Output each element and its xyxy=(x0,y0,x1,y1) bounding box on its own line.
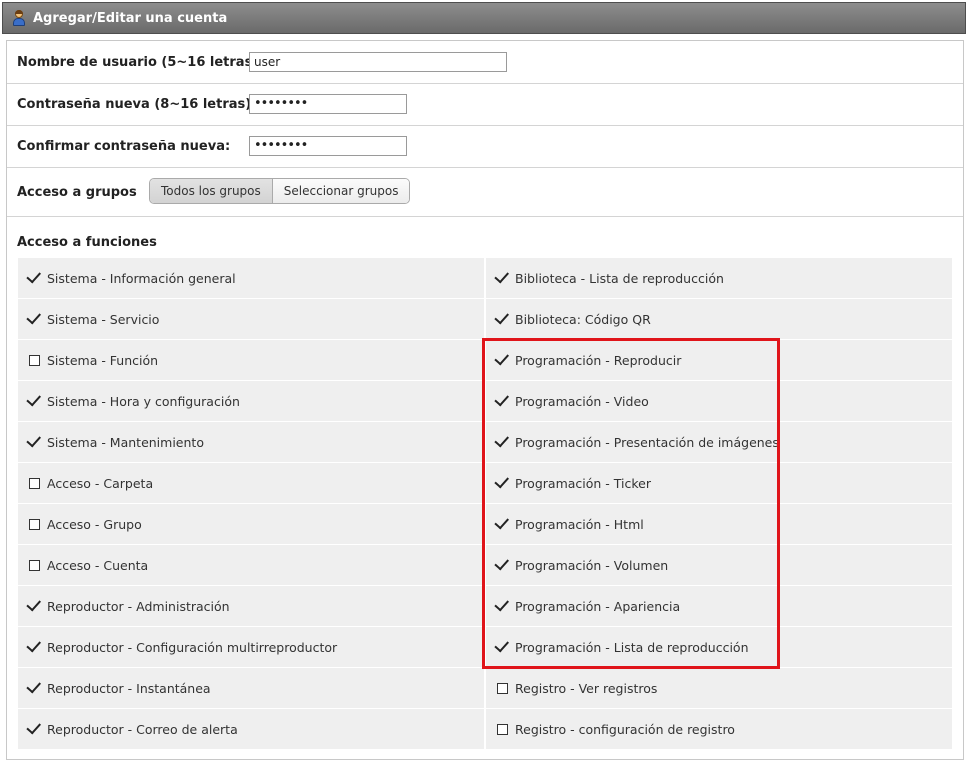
username-input[interactable] xyxy=(249,52,507,72)
permission-item[interactable]: Registro - configuración de registro xyxy=(486,709,952,749)
permission-item[interactable]: Reproductor - Correo de alerta xyxy=(18,709,484,749)
checkmark-icon[interactable] xyxy=(493,268,509,284)
dialog-title: Agregar/Editar una cuenta xyxy=(33,10,228,26)
checkmark-icon[interactable] xyxy=(25,678,41,694)
permission-item[interactable]: Reproductor - Instantánea xyxy=(18,668,484,708)
permission-label: Registro - Ver registros xyxy=(515,680,658,696)
checkbox-empty-icon[interactable] xyxy=(495,723,509,735)
permission-item[interactable]: Biblioteca: Código QR xyxy=(486,299,952,339)
permission-item[interactable]: Reproductor - Configuración multirreprod… xyxy=(18,627,484,667)
new-password-input[interactable]: •••••••• xyxy=(249,94,407,114)
checkbox-empty-icon[interactable] xyxy=(27,518,41,530)
checkmark-icon[interactable] xyxy=(25,637,41,653)
checkmark-icon[interactable] xyxy=(25,432,41,448)
confirm-password-input[interactable]: •••••••• xyxy=(249,136,407,156)
permission-label: Reproductor - Configuración multirreprod… xyxy=(47,639,338,655)
permission-label: Acceso - Grupo xyxy=(47,516,142,532)
permission-item[interactable]: Acceso - Cuenta xyxy=(18,545,484,585)
permission-label: Acceso - Carpeta xyxy=(47,475,154,491)
checkbox-empty-icon[interactable] xyxy=(27,477,41,489)
permission-item[interactable]: Sistema - Información general xyxy=(18,258,484,298)
checkbox-empty-icon[interactable] xyxy=(27,559,41,571)
all-groups-button[interactable]: Todos los grupos xyxy=(150,179,273,203)
new-password-row: Contraseña nueva (8~16 letras): •••••••• xyxy=(7,84,963,126)
group-access-row: Acceso a grupos Todos los grupos Selecci… xyxy=(7,168,963,217)
permission-label: Sistema - Mantenimiento xyxy=(47,434,204,450)
permission-label: Biblioteca - Lista de reproducción xyxy=(515,270,724,286)
permission-item[interactable]: Sistema - Servicio xyxy=(18,299,484,339)
group-access-toggle: Todos los grupos Seleccionar grupos xyxy=(149,178,411,204)
checkmark-icon[interactable] xyxy=(25,719,41,735)
user-icon xyxy=(11,10,27,26)
permission-label: Sistema - Hora y configuración xyxy=(47,393,240,409)
permission-item[interactable]: Sistema - Hora y configuración xyxy=(18,381,484,421)
permission-item[interactable]: Sistema - Función xyxy=(18,340,484,380)
permission-label: Registro - configuración de registro xyxy=(515,721,735,737)
checkbox-empty-icon[interactable] xyxy=(27,354,41,366)
highlight-box xyxy=(482,338,780,669)
confirm-password-row: Confirmar contraseña nueva: •••••••• xyxy=(7,126,963,168)
username-row: Nombre de usuario (5~16 letras): xyxy=(7,41,963,84)
checkmark-icon[interactable] xyxy=(25,268,41,284)
checkmark-icon[interactable] xyxy=(25,391,41,407)
confirm-password-label: Confirmar contraseña nueva: xyxy=(17,139,231,154)
checkmark-icon[interactable] xyxy=(25,596,41,612)
checkmark-icon[interactable] xyxy=(25,309,41,325)
new-password-label: Contraseña nueva (8~16 letras): xyxy=(17,97,257,112)
permission-label: Acceso - Cuenta xyxy=(47,557,149,573)
dialog-title-bar: Agregar/Editar una cuenta xyxy=(2,2,966,34)
permission-label: Biblioteca: Código QR xyxy=(515,311,651,327)
permission-item[interactable]: Acceso - Carpeta xyxy=(18,463,484,503)
group-access-label: Acceso a grupos xyxy=(17,185,137,200)
permission-label: Reproductor - Correo de alerta xyxy=(47,721,238,737)
permission-label: Sistema - Servicio xyxy=(47,311,160,327)
select-groups-button[interactable]: Seleccionar grupos xyxy=(272,179,410,203)
function-access-label: Acceso a funciones xyxy=(17,235,157,250)
checkmark-icon[interactable] xyxy=(493,309,509,325)
permission-item[interactable]: Registro - Ver registros xyxy=(486,668,952,708)
permission-item[interactable]: Sistema - Mantenimiento xyxy=(18,422,484,462)
permission-label: Sistema - Información general xyxy=(47,270,236,286)
permission-item[interactable]: Reproductor - Administración xyxy=(18,586,484,626)
permission-label: Sistema - Función xyxy=(47,352,159,368)
permission-label: Reproductor - Administración xyxy=(47,598,230,614)
checkbox-empty-icon[interactable] xyxy=(495,682,509,694)
username-label: Nombre de usuario (5~16 letras): xyxy=(17,55,264,70)
permission-item[interactable]: Biblioteca - Lista de reproducción xyxy=(486,258,952,298)
permission-item[interactable]: Acceso - Grupo xyxy=(18,504,484,544)
permission-label: Reproductor - Instantánea xyxy=(47,680,211,696)
